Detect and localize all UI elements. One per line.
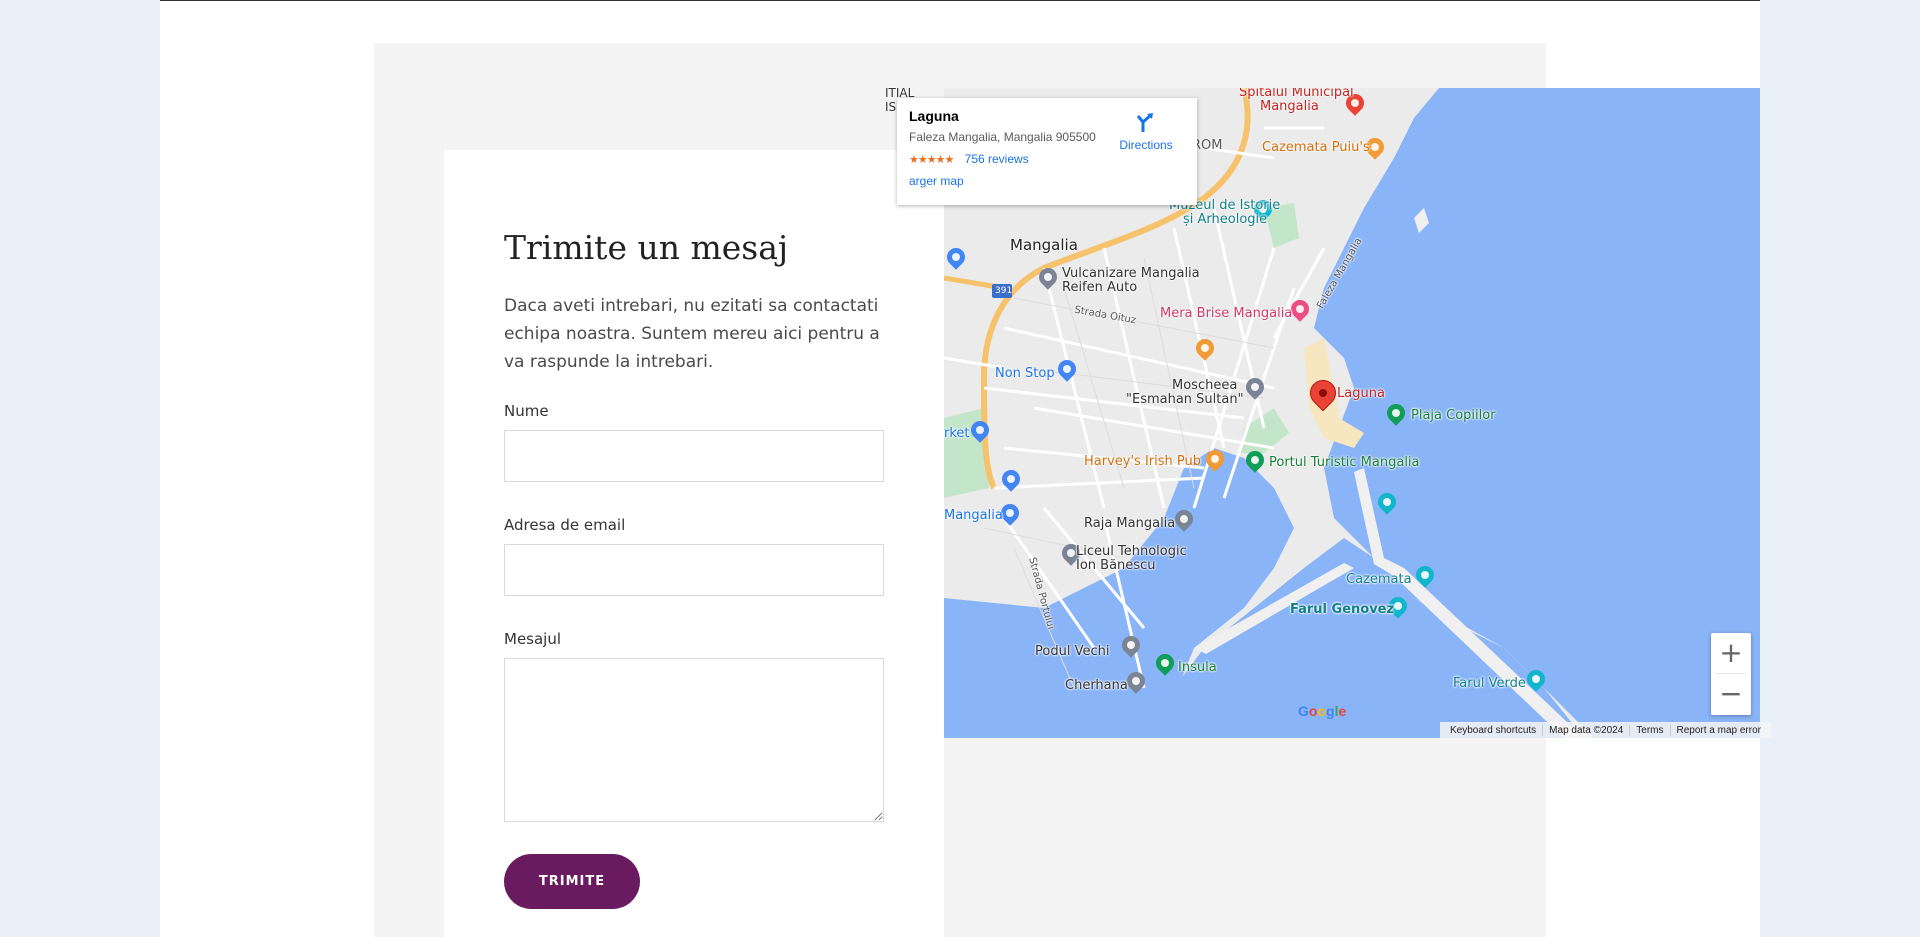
directions-icon bbox=[1136, 113, 1153, 132]
directions-label: Directions bbox=[1119, 138, 1173, 152]
map-label-cazemata-puiu: Cazemata Puiu's bbox=[1262, 140, 1370, 155]
map-label-mera-brise: Mera Brise Mangalia bbox=[1160, 306, 1293, 321]
map-label-raja: Raja Mangalia bbox=[1084, 516, 1176, 531]
map-label-insula: Insula bbox=[1178, 660, 1217, 675]
keyboard-shortcuts-link[interactable]: Keyboard shortcuts bbox=[1444, 725, 1542, 736]
contact-form-card: Trimite un mesaj Daca aveti intrebari, n… bbox=[444, 150, 944, 937]
place-info-card: Laguna Faleza Mangalia, Mangalia 905500 … bbox=[897, 98, 1197, 205]
map-attribution-bar: Keyboard shortcuts Map data ©2024 Terms … bbox=[1440, 722, 1771, 738]
place-rating: ★★★★★ 756 reviews bbox=[909, 152, 1185, 166]
form-title: Trimite un mesaj bbox=[504, 228, 789, 267]
submit-button[interactable]: TRIMITE bbox=[504, 853, 640, 909]
map-label-market: rket bbox=[944, 426, 970, 441]
map-label-portul: Portul Turistic Mangalia bbox=[1269, 455, 1420, 470]
map-label-spitalul-2: Mangalia bbox=[1260, 99, 1319, 114]
map-data-text: Map data ©2024 bbox=[1542, 724, 1629, 736]
google-logo: Google bbox=[1298, 703, 1347, 719]
map-label-liceul-2: Ion Bănescu bbox=[1076, 558, 1156, 573]
map-label-laguna: Laguna bbox=[1337, 386, 1385, 401]
map-label-vulcanizare: Vulcanizare Mangalia bbox=[1062, 266, 1200, 281]
rating-stars-icon: ★★★★★ bbox=[909, 154, 954, 166]
map-label-liceul: Liceul Tehnologic bbox=[1076, 544, 1187, 559]
zoom-out-button[interactable]: − bbox=[1711, 674, 1751, 714]
terms-link[interactable]: Terms bbox=[1629, 724, 1669, 736]
map-label-mangalia-left: Mangalia bbox=[944, 508, 1003, 523]
directions-button[interactable]: Directions bbox=[1111, 110, 1181, 152]
map-label-is: IS bbox=[885, 100, 897, 114]
message-label: Mesajul bbox=[504, 629, 562, 648]
map-label-moscheea-2: "Esmahan Sultan" bbox=[1126, 392, 1244, 407]
form-description: Daca aveti intrebari, nu ezitati sa cont… bbox=[504, 295, 880, 372]
map-label-plaja-copiilor: Plaja Copiilor bbox=[1411, 408, 1496, 423]
message-field[interactable] bbox=[504, 657, 884, 822]
map-label-farul-genovez: Farul Genovez bbox=[1290, 602, 1395, 617]
road-391-badge: 391 bbox=[995, 286, 1013, 296]
name-field[interactable] bbox=[504, 429, 884, 482]
email-label: Adresa de email bbox=[504, 515, 626, 534]
reviews-link[interactable]: 756 reviews bbox=[965, 152, 1029, 166]
email-field[interactable] bbox=[504, 543, 884, 596]
map-label-farul-verde: Farul Verde bbox=[1453, 676, 1526, 691]
map-label-harveys: Harvey's Irish Pub bbox=[1084, 454, 1201, 469]
map-label-moscheea: Moscheea bbox=[1172, 378, 1238, 393]
zoom-in-button[interactable]: + bbox=[1711, 633, 1751, 673]
map-label-non-stop: Non Stop bbox=[995, 366, 1055, 381]
zoom-control: + − bbox=[1711, 633, 1751, 715]
view-larger-map-link[interactable]: arger map bbox=[909, 174, 964, 188]
name-label: Nume bbox=[504, 401, 549, 420]
map-label-podul-vechi: Podul Vechi bbox=[1035, 644, 1110, 659]
map-label-mangalia-city: Mangalia bbox=[1010, 236, 1078, 254]
map-label-cazemata: Cazemata bbox=[1346, 572, 1412, 587]
map-label-vulcanizare-2: Reifen Auto bbox=[1062, 280, 1138, 295]
report-map-error-link[interactable]: Report a map error bbox=[1669, 724, 1767, 736]
map-label-muzeul-2: și Arheologie bbox=[1183, 212, 1268, 227]
map-label-cherhana: Cherhana bbox=[1065, 678, 1128, 693]
